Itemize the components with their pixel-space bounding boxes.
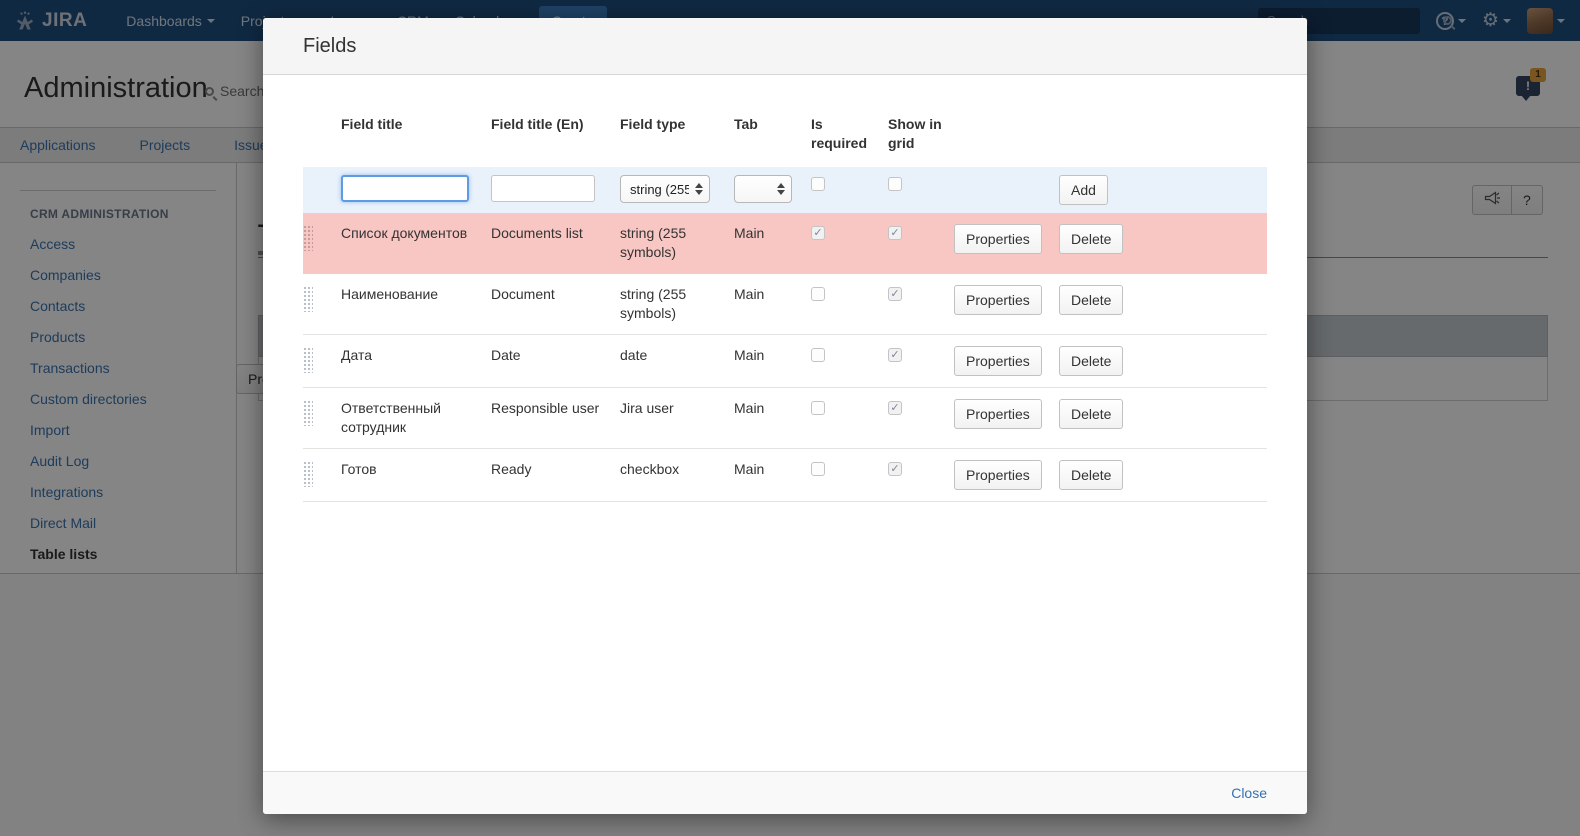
dialog-title: Fields bbox=[303, 35, 356, 58]
properties-button[interactable]: Properties bbox=[954, 224, 1042, 254]
dialog-footer: Close bbox=[263, 771, 1307, 814]
is-required-checkbox[interactable]: ✓ bbox=[811, 226, 825, 240]
field-title-en-cell: Documents list bbox=[491, 213, 620, 274]
field-tab-cell: Main bbox=[734, 213, 811, 274]
is-required-checkbox[interactable] bbox=[811, 401, 825, 415]
field-tab-cell: Main bbox=[734, 388, 811, 449]
field-type-cell: string (255 symbols) bbox=[620, 274, 734, 335]
field-row: Ответственный сотрудникResponsible userJ… bbox=[303, 388, 1267, 449]
field-tab-cell: Main bbox=[734, 274, 811, 335]
col-header-tab: Tab bbox=[734, 115, 811, 167]
properties-button[interactable]: Properties bbox=[954, 399, 1042, 429]
field-title-cell: Ответственный сотрудник bbox=[341, 388, 491, 449]
field-title-en-cell: Date bbox=[491, 335, 620, 388]
delete-button[interactable]: Delete bbox=[1059, 346, 1123, 376]
table-header-row: Field title Field title (En) Field type … bbox=[303, 115, 1267, 167]
field-type-cell: string (255 symbols) bbox=[620, 213, 734, 274]
field-title-cell: Наименование bbox=[341, 274, 491, 335]
show-in-grid-checkbox[interactable]: ✓ bbox=[888, 287, 902, 301]
field-title-cell: Дата bbox=[341, 335, 491, 388]
show-in-grid-checkbox[interactable]: ✓ bbox=[888, 226, 902, 240]
field-title-en-cell: Document bbox=[491, 274, 620, 335]
field-row: ДатаDatedateMain ✓ Properties Delete bbox=[303, 335, 1267, 388]
drag-handle-icon[interactable] bbox=[303, 347, 313, 373]
properties-button[interactable]: Properties bbox=[954, 460, 1042, 490]
is-required-checkbox[interactable] bbox=[811, 348, 825, 362]
col-header-field-title: Field title bbox=[341, 115, 491, 167]
new-field-title-input[interactable] bbox=[341, 175, 469, 202]
field-tab-cell: Main bbox=[734, 449, 811, 502]
col-header-field-title-en: Field title (En) bbox=[491, 115, 620, 167]
drag-handle-icon[interactable] bbox=[303, 286, 313, 312]
delete-button[interactable]: Delete bbox=[1059, 224, 1123, 254]
delete-button[interactable]: Delete bbox=[1059, 460, 1123, 490]
properties-button[interactable]: Properties bbox=[954, 285, 1042, 315]
field-row: Список документовDocuments liststring (2… bbox=[303, 213, 1267, 274]
field-tab-cell: Main bbox=[734, 335, 811, 388]
col-header-show-in-grid: Show in grid bbox=[888, 115, 954, 167]
new-field-row: string (255 Ad bbox=[303, 167, 1267, 213]
field-type-cell: date bbox=[620, 335, 734, 388]
add-field-button[interactable]: Add bbox=[1059, 175, 1108, 205]
is-required-checkbox[interactable] bbox=[811, 462, 825, 476]
delete-button[interactable]: Delete bbox=[1059, 285, 1123, 315]
page: JIRA DashboardsProjectsIssuesCRMCalendar… bbox=[0, 0, 1580, 836]
close-button[interactable]: Close bbox=[1231, 785, 1267, 801]
field-title-cell: Список документов bbox=[341, 213, 491, 274]
fields-dialog: Fields Field title Field title (En) Fiel… bbox=[263, 18, 1307, 814]
col-header-is-required: Is required bbox=[811, 115, 888, 167]
select-arrows-icon bbox=[777, 183, 785, 195]
field-type-cell: checkbox bbox=[620, 449, 734, 502]
show-in-grid-checkbox[interactable]: ✓ bbox=[888, 348, 902, 362]
drag-handle-icon[interactable] bbox=[303, 461, 313, 487]
new-is-required-checkbox[interactable] bbox=[811, 177, 825, 191]
tab-select[interactable] bbox=[734, 175, 792, 203]
dialog-header: Fields bbox=[263, 18, 1307, 75]
field-type-cell: Jira user bbox=[620, 388, 734, 449]
field-row: ГотовReadycheckboxMain ✓ Properties Delete bbox=[303, 449, 1267, 502]
field-type-select[interactable]: string (255 bbox=[620, 175, 710, 203]
drag-handle-icon[interactable] bbox=[303, 400, 313, 426]
is-required-checkbox[interactable] bbox=[811, 287, 825, 301]
delete-button[interactable]: Delete bbox=[1059, 399, 1123, 429]
field-type-select-value: string (255 bbox=[630, 180, 689, 199]
field-title-cell: Готов bbox=[341, 449, 491, 502]
properties-button[interactable]: Properties bbox=[954, 346, 1042, 376]
field-row: НаименованиеDocumentstring (255 symbols)… bbox=[303, 274, 1267, 335]
new-field-title-en-input[interactable] bbox=[491, 175, 595, 202]
drag-handle-icon[interactable] bbox=[303, 225, 313, 251]
dialog-body: Field title Field title (En) Field type … bbox=[263, 75, 1307, 771]
show-in-grid-checkbox[interactable]: ✓ bbox=[888, 462, 902, 476]
field-title-en-cell: Responsible user bbox=[491, 388, 620, 449]
field-title-en-cell: Ready bbox=[491, 449, 620, 502]
fields-table: Field title Field title (En) Field type … bbox=[303, 115, 1267, 502]
new-show-in-grid-checkbox[interactable] bbox=[888, 177, 902, 191]
fields-table-body: string (255 Ad bbox=[303, 167, 1267, 502]
col-header-field-type: Field type bbox=[620, 115, 734, 167]
select-arrows-icon bbox=[695, 183, 703, 195]
show-in-grid-checkbox[interactable]: ✓ bbox=[888, 401, 902, 415]
